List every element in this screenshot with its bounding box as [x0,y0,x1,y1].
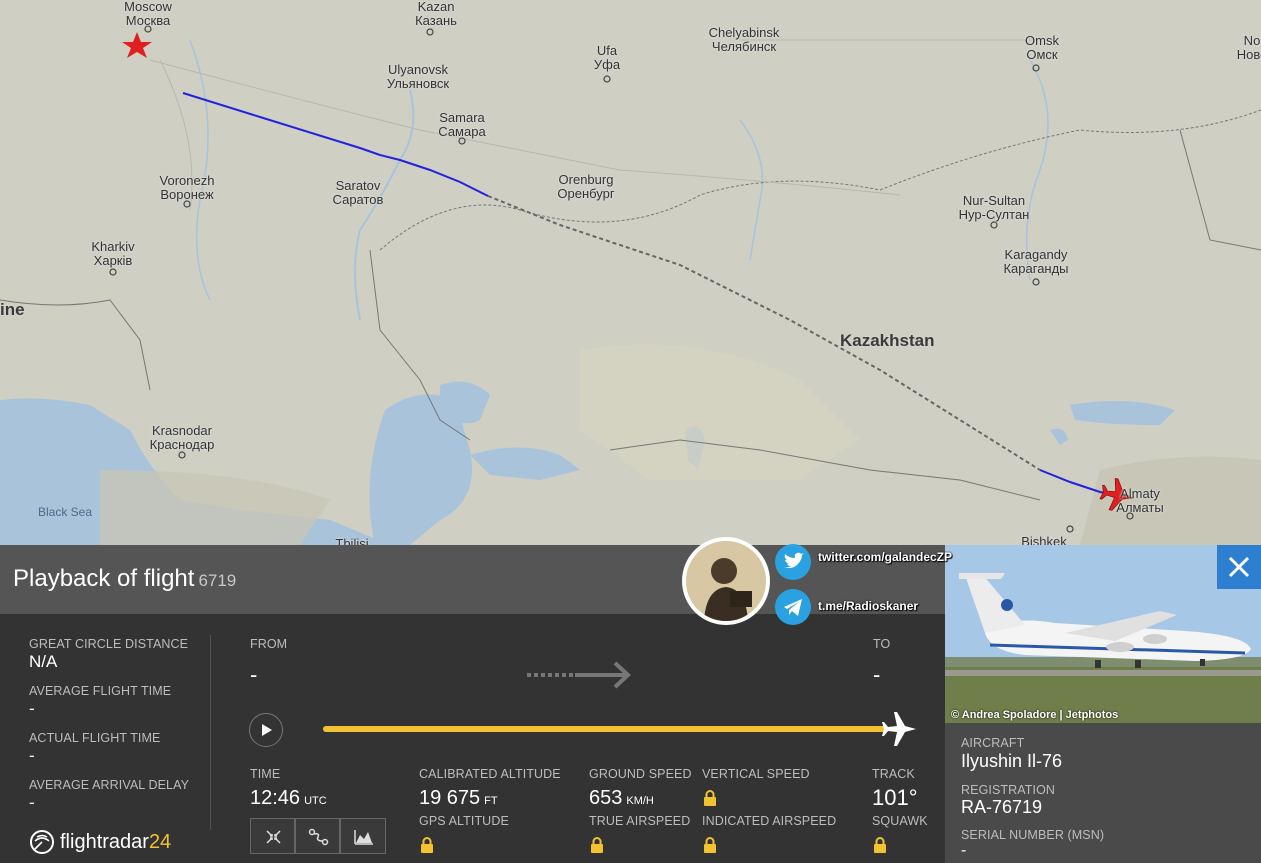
from-value[interactable]: - [250,662,257,688]
serial-number-value: - [961,842,967,859]
center-map-button[interactable] [250,818,295,854]
city-label: Kazan Казань [415,0,457,28]
playback-progress [323,726,889,732]
city-label: Kharkiv Харків [91,239,135,268]
city-label: Ulyanovsk Ульяновск [386,62,450,91]
vertical-speed-label: VERTICAL SPEED [702,767,810,781]
city-label: Samara Самара [438,110,486,139]
close-button[interactable] [1217,545,1261,589]
chart-icon [354,830,373,845]
city-label: Almaty Алматы [1116,486,1164,515]
true-airspeed-label: TRUE AIRSPEED [589,814,691,828]
telegram-icon[interactable] [775,589,811,625]
avg-arrival-delay-value: - [29,793,35,812]
registration-label: REGISTRATION [961,783,1056,797]
country-label: ine [0,300,25,319]
to-label: TO [873,637,891,651]
squawk-label: SQUAWK [872,814,928,828]
indicated-airspeed-label: INDICATED AIRSPEED [702,814,837,828]
photo-credit[interactable]: © Andrea Spoladore | Jetphotos [951,709,1118,721]
track-label: TRACK [872,767,915,781]
lock-icon[interactable] [590,837,604,853]
twitter-icon[interactable] [775,544,811,580]
calibrated-altitude-label: CALIBRATED ALTITUDE [419,767,561,781]
city-label: NoНове [1236,33,1261,62]
actual-flight-time-value: - [29,746,35,765]
lock-icon[interactable] [420,837,434,853]
to-value[interactable]: - [873,662,880,688]
city-label: Karagandy Караганды [1003,247,1069,276]
page-title: Playback of flight 6719 [13,565,237,592]
flight-map[interactable]: Moscow Москва Kazan Казань Chelyabinsk Челя… [0,0,1261,545]
great-circle-value: N/A [29,652,58,671]
aircraft-photo-image [945,545,1261,723]
city-label: Bishkek [1021,534,1067,546]
play-icon [262,724,272,736]
time-value: 12:46 UTC [250,787,327,809]
city-label: Saratov Саратов [332,178,384,207]
playback-slider[interactable] [323,726,889,732]
great-circle-label: GREAT CIRCLE DISTANCE [29,637,189,651]
portrait-image [686,541,766,621]
route-button[interactable] [295,818,340,854]
gps-altitude-label: GPS ALTITUDE [419,814,509,828]
aircraft-label: AIRCRAFT [961,736,1025,750]
avg-flight-time-value: - [29,699,35,718]
ground-speed-label: GROUND SPEED [589,767,692,781]
track-value: 101° [872,785,918,810]
radar-icon [30,830,54,854]
graph-button[interactable] [340,818,386,854]
city-label: Ufa Уфа [593,43,621,72]
actual-flight-time-label: ACTUAL FLIGHT TIME [29,731,161,745]
logo-text: flightradar24 [60,831,172,853]
city-label: Moscow Москва [124,0,172,28]
divider [210,635,211,830]
serial-number-label: SERIAL NUMBER (MSN) [961,828,1105,842]
aircraft-info-panel: © Andrea Spoladore | Jetphotos AIRCRAFT … [945,545,1261,863]
country-label: Kazakhstan [840,331,935,350]
close-icon [1228,556,1250,578]
watermark-avatar [682,537,770,625]
city-label: Krasnodar Краснодар [149,423,215,452]
telegram-link[interactable]: t.me/Radioskaner [818,599,918,613]
route-arrow-icon [527,661,631,689]
calibrated-altitude-value: 19 675 FT [419,787,498,809]
avg-arrival-delay-label: AVERAGE ARRIVAL DELAY [29,778,190,792]
city-label: Nur-Sultan Нур-Султан [958,193,1030,222]
ground-speed-value: 653 KM/H [589,787,654,809]
airplane-handle-icon[interactable] [877,710,921,748]
flight-number: 6719 [198,571,237,590]
aircraft-photo[interactable]: © Andrea Spoladore | Jetphotos [945,545,1261,723]
lock-icon[interactable] [703,790,717,806]
city-label: Orenburg Оренбург [557,172,615,201]
city-label: Voronezh Воронеж [159,173,215,202]
capital-star-icon [122,32,152,58]
registration-value[interactable]: RA-76719 [961,797,1042,818]
lock-icon[interactable] [703,837,717,853]
play-button[interactable] [249,713,283,747]
sea-label: Black Sea [38,505,93,519]
city-label: Chelyabinsk Челябинск [708,25,780,54]
from-label: FROM [250,637,288,651]
map-background [0,25,1261,545]
city-label: Omsk Омск [1025,33,1059,62]
compress-icon [266,830,281,844]
time-label: TIME [250,767,281,781]
city-label: Tbilisi [335,536,369,546]
route-icon [308,828,329,846]
lock-icon[interactable] [873,837,887,853]
avg-flight-time-label: AVERAGE FLIGHT TIME [29,684,172,698]
twitter-link[interactable]: twitter.com/galandecZP [818,550,952,564]
aircraft-value[interactable]: Ilyushin Il-76 [961,751,1062,772]
